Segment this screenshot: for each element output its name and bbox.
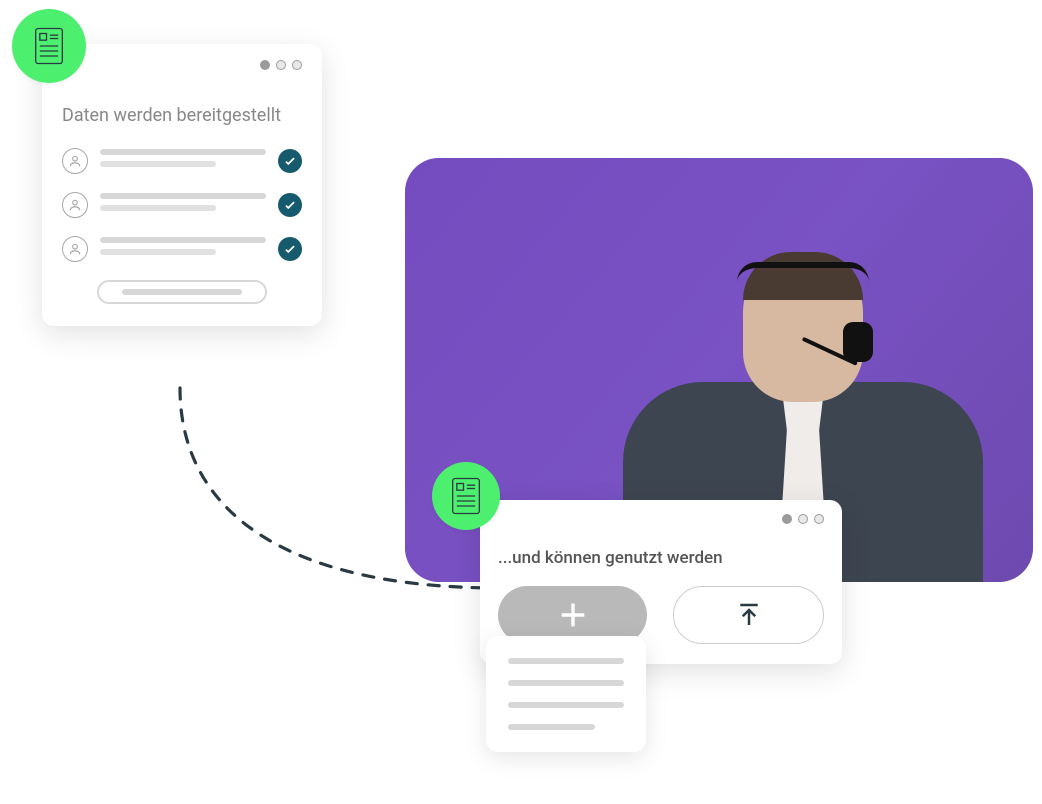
check-icon xyxy=(278,149,302,173)
list-item xyxy=(62,236,302,262)
user-icon xyxy=(62,192,88,218)
list-item xyxy=(62,192,302,218)
panel-left-title: Daten werden bereitgestellt xyxy=(62,104,302,128)
arrow-up-icon xyxy=(734,600,764,630)
text-placeholder xyxy=(508,724,595,730)
upload-button[interactable] xyxy=(673,586,824,644)
text-placeholder xyxy=(100,149,266,173)
panel-right-title: ...und können genutzt werden xyxy=(498,548,824,568)
window-dots-icon xyxy=(498,514,824,524)
list-item xyxy=(62,148,302,174)
check-icon xyxy=(278,193,302,217)
plus-icon xyxy=(556,598,590,632)
document-icon xyxy=(32,26,66,66)
notes-card xyxy=(486,636,646,752)
document-badge xyxy=(12,9,86,83)
text-placeholder xyxy=(100,193,266,217)
text-placeholder xyxy=(508,702,624,708)
text-placeholder xyxy=(100,237,266,261)
check-icon xyxy=(278,237,302,261)
window-dots-icon xyxy=(62,60,302,70)
document-icon xyxy=(449,476,483,516)
text-placeholder xyxy=(508,658,624,664)
document-badge xyxy=(432,462,500,530)
data-provision-panel: Daten werden bereitgestellt xyxy=(42,44,322,326)
action-pill-button[interactable] xyxy=(97,280,267,304)
text-placeholder xyxy=(508,680,624,686)
user-icon xyxy=(62,148,88,174)
user-icon xyxy=(62,236,88,262)
